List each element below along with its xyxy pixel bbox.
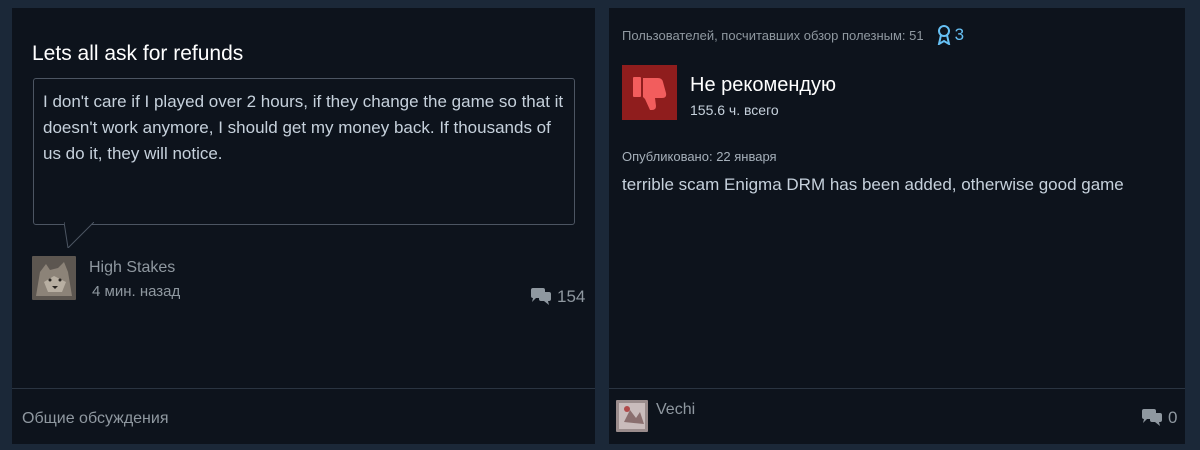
review-card[interactable]: Пользователей, посчитавших обзор полезны… [609,8,1185,444]
discussion-time: 4 мин. назад [92,283,181,300]
playtime-hours: 155.6 ч. всего [690,102,779,118]
award-badge[interactable]: 3 [937,25,964,45]
discussion-body: I don't care if I played over 2 hours, i… [43,92,564,163]
discussion-comment-count: 154 [530,287,585,307]
published-date: Опубликовано: 22 января [622,149,777,164]
speech-bubbles-icon [1142,409,1162,426]
avatar-wolf-image [32,256,76,300]
discussion-card[interactable]: Lets all ask for refunds I don't care if… [12,8,595,444]
comment-count-value: 154 [557,287,586,306]
review-verdict[interactable]: Не рекомендую [690,74,836,97]
discussion-body-bubble[interactable]: I don't care if I played over 2 hours, i… [33,78,575,225]
thumbs-down-icon [632,76,666,110]
helpful-count: Пользователей, посчитавших обзор полезны… [622,27,924,43]
avatar[interactable] [32,256,76,300]
discussion-author[interactable]: High Stakes [89,259,175,277]
speech-bubble-tail [64,222,94,248]
card-divider [12,388,595,389]
forum-label[interactable]: Общие обсуждения [22,410,169,428]
discussion-title[interactable]: Lets all ask for refunds [32,42,243,66]
helpful-row: Пользователей, посчитавших обзор полезны… [622,25,964,45]
review-comment-count: 0 [1141,408,1177,428]
review-text: terrible scam Enigma DRM has been added,… [622,175,1124,194]
avatar-image [616,400,648,432]
comment-count-value: 0 [1168,408,1178,427]
speech-bubbles-icon [531,288,551,305]
verdict-thumb-box [622,65,677,120]
award-count: 3 [954,25,965,44]
award-ribbon-icon [937,25,950,45]
avatar[interactable] [616,400,648,432]
card-divider [609,388,1185,389]
review-author[interactable]: Vechi [656,401,695,419]
